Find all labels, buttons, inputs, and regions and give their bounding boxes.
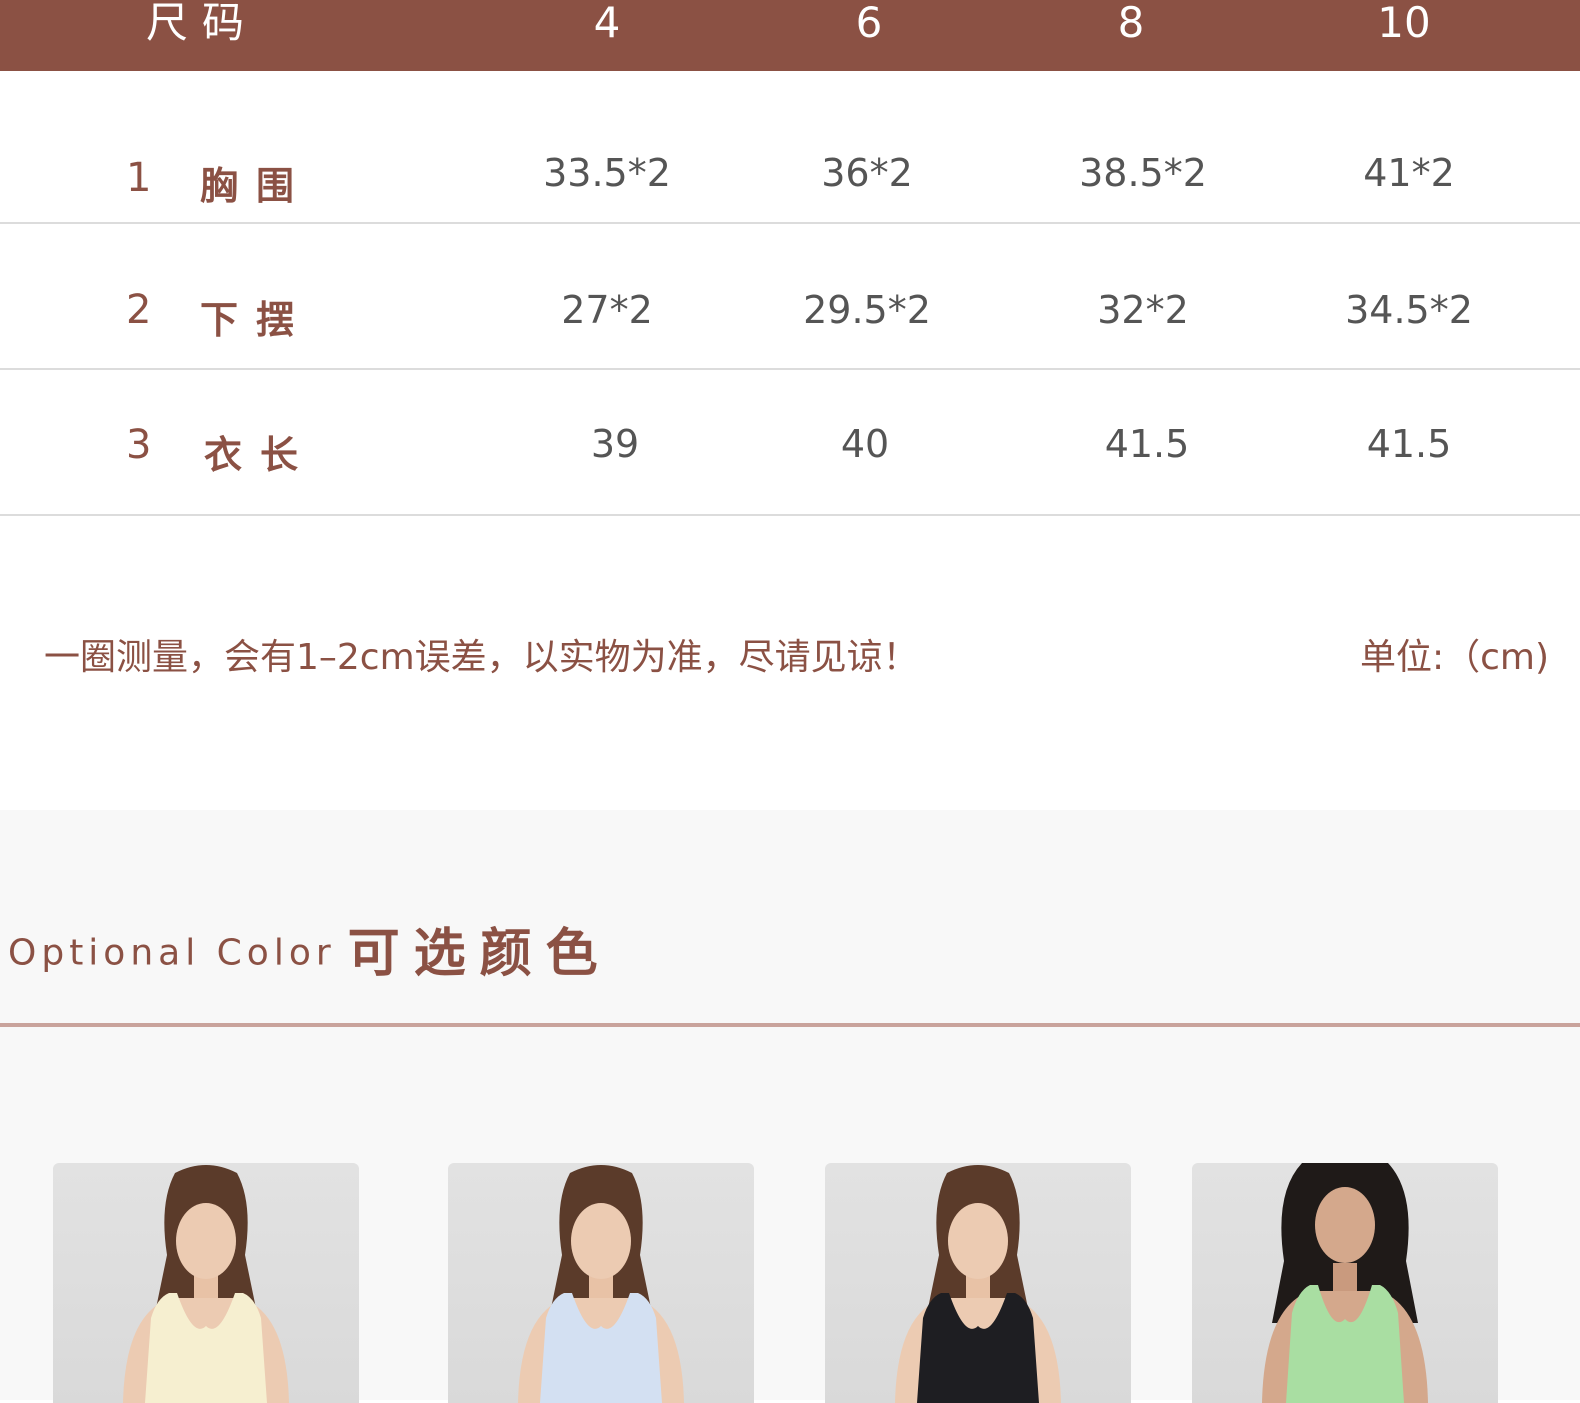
table-row: 1 胸围 33.5*2 36*2 38.5*2 41*2 <box>0 71 1580 224</box>
row-value: 41*2 <box>1363 151 1455 195</box>
tank-top-black-icon <box>895 1165 1061 1403</box>
table-row: 2 下摆 27*2 29.5*2 32*2 34.5*2 <box>0 224 1580 370</box>
section-title: Optional Color 可选颜色 <box>8 918 612 988</box>
section-divider <box>0 1023 1580 1027</box>
row-value: 27*2 <box>561 288 653 332</box>
row-value: 29.5*2 <box>803 288 931 332</box>
color-swatch-card[interactable] <box>1192 1163 1498 1403</box>
row-value: 36*2 <box>821 151 913 195</box>
tank-top-light-blue-icon <box>518 1165 684 1403</box>
color-swatch-card[interactable] <box>53 1163 359 1403</box>
row-number: 3 <box>126 422 152 468</box>
measurement-disclaimer: 一圈测量，会有1–2cm误差，以实物为准，尽请见谅！ <box>44 637 919 678</box>
section-title-zh: 可选颜色 <box>347 923 612 984</box>
color-swatch-card[interactable] <box>825 1163 1131 1403</box>
row-number: 2 <box>126 287 152 333</box>
optional-color-section: Optional Color 可选颜色 <box>0 810 1580 1403</box>
row-value: 41.5 <box>1104 422 1190 466</box>
tank-top-mint-green-icon <box>1262 1163 1428 1403</box>
row-value: 40 <box>840 422 890 466</box>
row-value: 33.5*2 <box>543 151 671 195</box>
row-value: 32*2 <box>1097 288 1189 332</box>
row-number: 1 <box>126 155 152 201</box>
size-table-header: 尺码 4 6 8 10 <box>0 0 1580 71</box>
row-label-chest: 胸围 <box>200 164 313 208</box>
row-value: 34.5*2 <box>1345 288 1473 332</box>
header-size-4: 4 <box>593 0 621 47</box>
row-divider <box>0 514 1580 516</box>
row-value: 41.5 <box>1366 422 1452 466</box>
header-size-label: 尺码 <box>146 0 259 47</box>
section-title-en: Optional Color <box>8 932 336 974</box>
row-label-hem: 下摆 <box>200 298 313 342</box>
tank-top-cream-icon <box>123 1165 289 1403</box>
unit-label: 单位:（cm) <box>1360 637 1550 678</box>
row-label-length: 衣长 <box>204 433 317 477</box>
row-value: 39 <box>590 422 640 466</box>
header-size-8: 8 <box>1117 0 1145 47</box>
color-swatch-card[interactable] <box>448 1163 754 1403</box>
header-size-10: 10 <box>1377 0 1431 47</box>
header-size-6: 6 <box>855 0 883 47</box>
row-value: 38.5*2 <box>1079 151 1207 195</box>
table-row: 3 衣长 39 40 41.5 41.5 <box>0 370 1580 516</box>
